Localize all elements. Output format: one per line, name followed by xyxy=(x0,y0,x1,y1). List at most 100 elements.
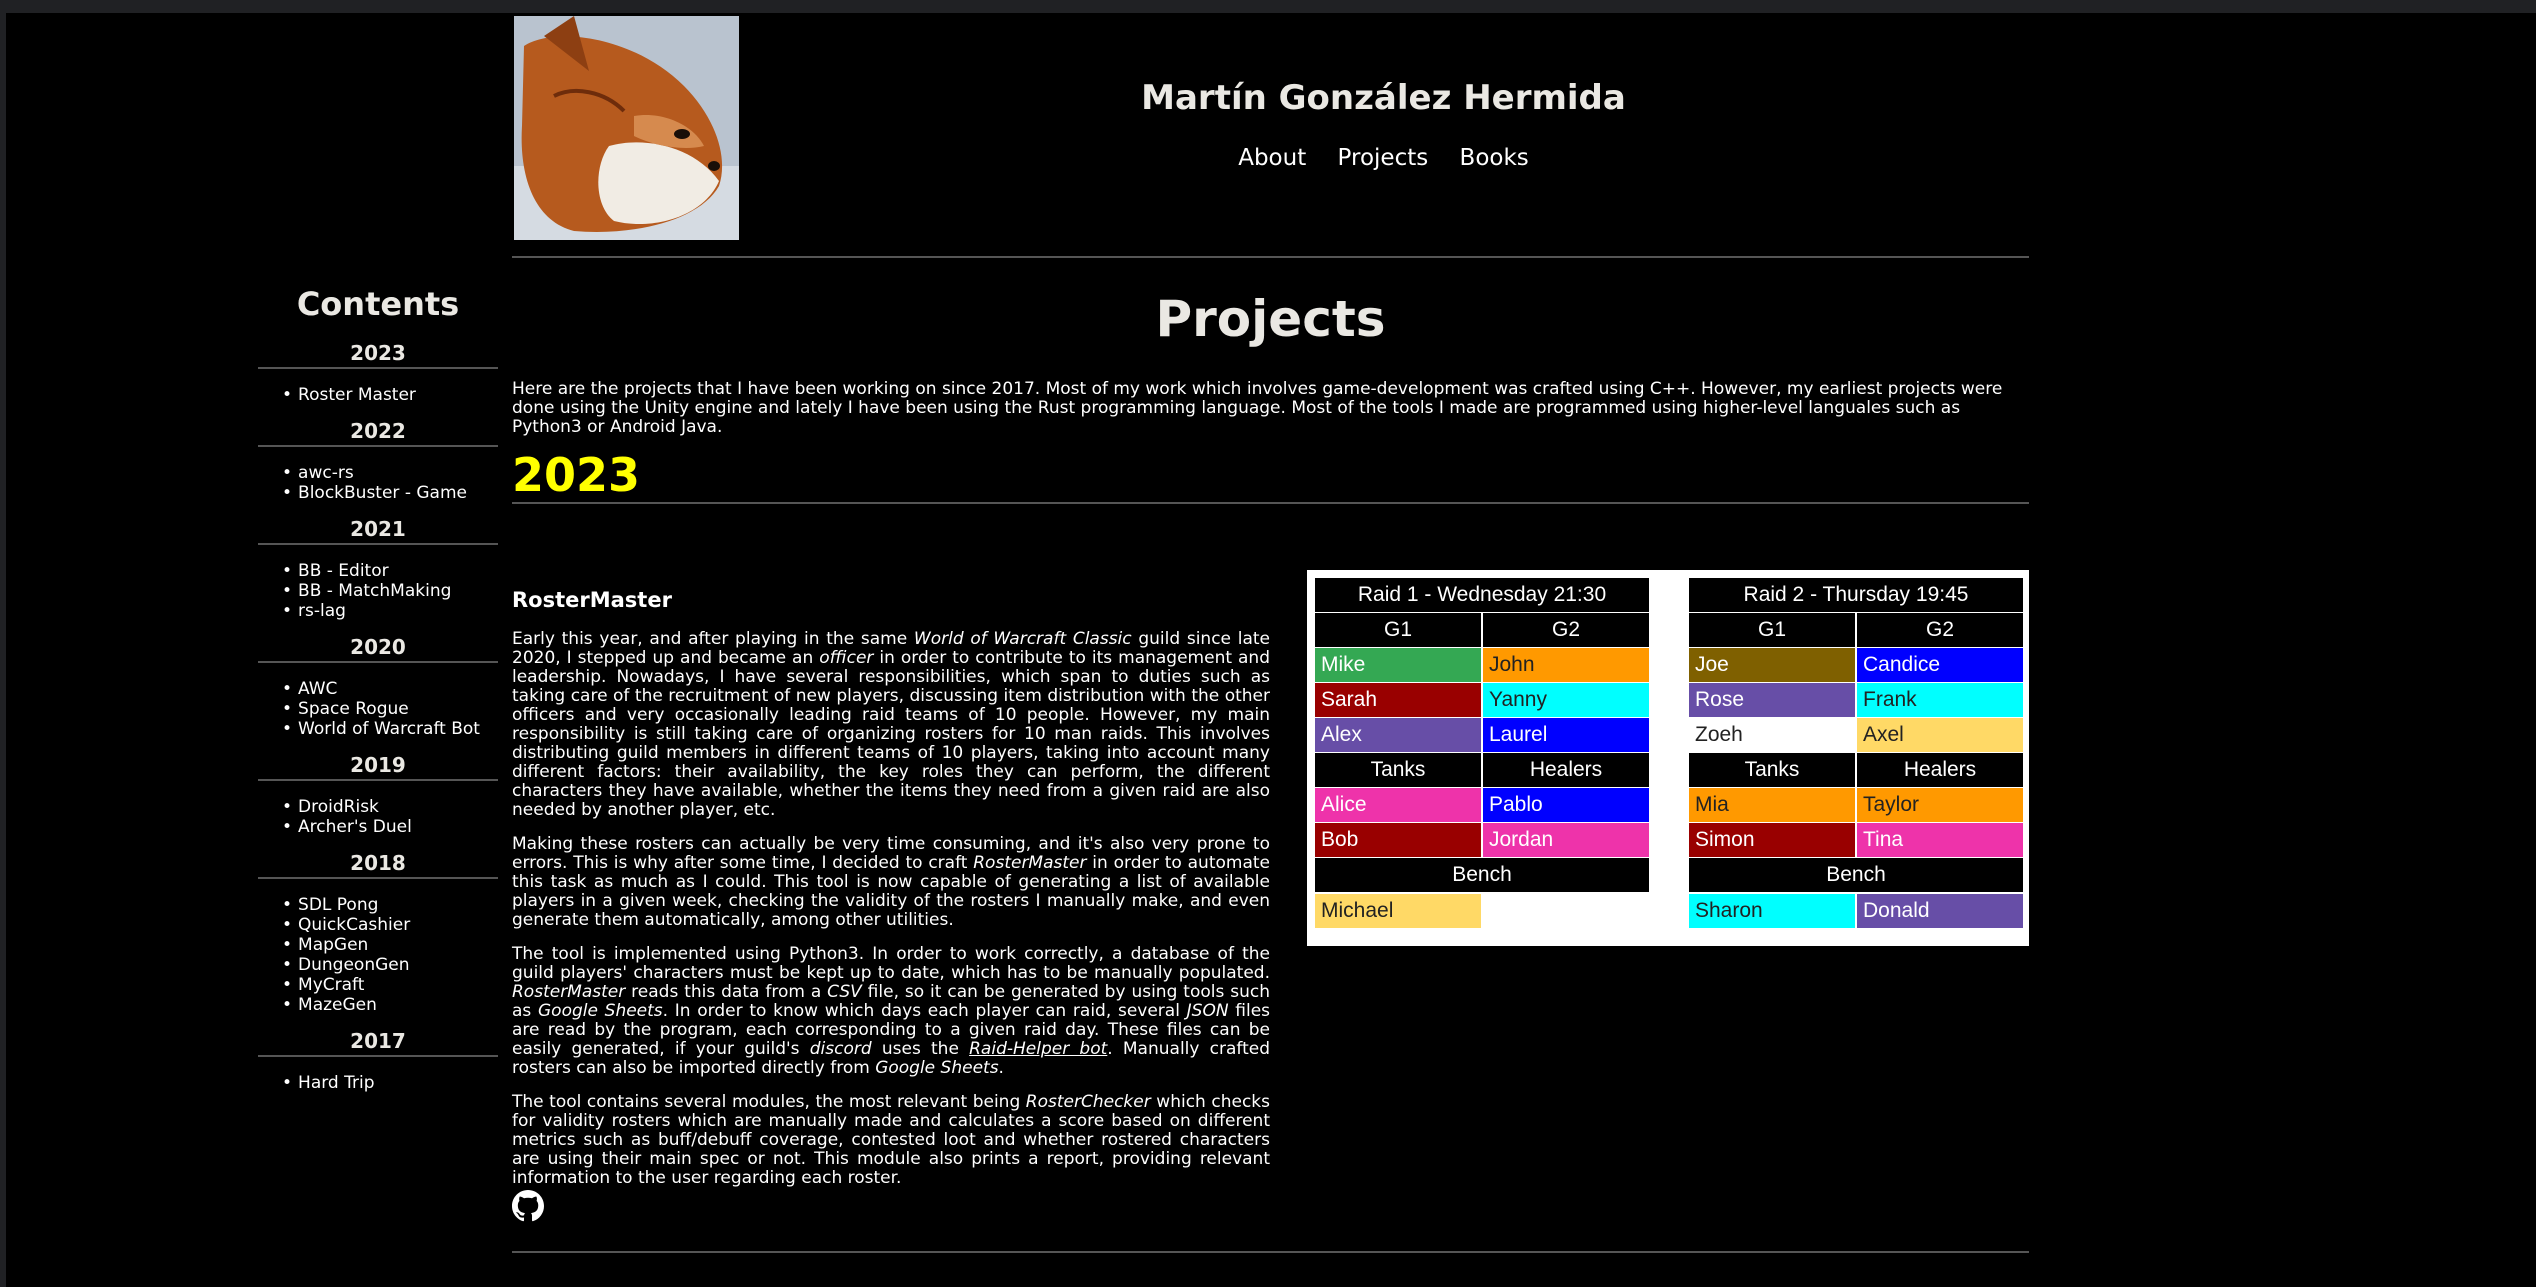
roster-cell: Alex xyxy=(1315,718,1481,752)
project-title: RosterMaster xyxy=(512,588,672,612)
bench-cell: Michael xyxy=(1315,894,1481,928)
roster-cell: Mike xyxy=(1315,648,1481,682)
sidebar-year-heading: 2021 xyxy=(258,517,498,545)
roster-cell: Yanny xyxy=(1483,683,1649,717)
project-paragraph-4: The tool contains several modules, the m… xyxy=(512,1092,1270,1188)
sidebar-item: BB - Editor xyxy=(282,561,498,581)
browser-top-bar xyxy=(0,0,2536,13)
sidebar-year-2018: 2018 SDL Pong QuickCashier MapGen Dungeo… xyxy=(258,851,498,1015)
sidebar-item: DungeonGen xyxy=(282,955,498,975)
nav-books-link[interactable]: Books xyxy=(1460,145,1529,171)
bench-cell xyxy=(1483,894,1649,928)
sidebar-item: Archer's Duel xyxy=(282,817,498,837)
sidebar-item: AWC xyxy=(282,679,498,699)
sidebar-year-heading: 2017 xyxy=(258,1029,498,1057)
sidebar-link-bb-matchmaking[interactable]: BB - MatchMaking xyxy=(298,581,451,601)
sidebar-year-2017: 2017 Hard Trip xyxy=(258,1029,498,1093)
sidebar-item: MyCraft xyxy=(282,975,498,995)
raid-title: Raid 1 - Wednesday 21:30 xyxy=(1315,578,1649,612)
sidebar-item: BlockBuster - Game xyxy=(282,483,498,503)
sidebar-year-2022: 2022 awc-rs BlockBuster - Game xyxy=(258,419,498,503)
roster-cell: Tina xyxy=(1857,823,2023,857)
roster-cell: Bob xyxy=(1315,823,1481,857)
roster-cell: Sarah xyxy=(1315,683,1481,717)
header-divider xyxy=(512,256,2029,258)
sidebar-year-heading: 2022 xyxy=(258,419,498,447)
sidebar-item: MazeGen xyxy=(282,995,498,1015)
sidebar-item: DroidRisk xyxy=(282,797,498,817)
sidebar-item: Roster Master xyxy=(282,385,498,405)
project-paragraph-2: Making these rosters can actually be ver… xyxy=(512,834,1270,930)
sidebar-item: MapGen xyxy=(282,935,498,955)
sidebar-link-mapgen[interactable]: MapGen xyxy=(298,935,368,955)
sidebar-item: awc-rs xyxy=(282,463,498,483)
sidebar-link-rs-lag[interactable]: rs-lag xyxy=(298,601,346,621)
sidebar-year-heading: 2020 xyxy=(258,635,498,663)
roster-cell: John xyxy=(1483,648,1649,682)
sidebar-year-heading: 2023 xyxy=(258,341,498,369)
role-label: Tanks xyxy=(1689,753,1855,787)
sidebar-year-2023: 2023 Roster Master xyxy=(258,341,498,405)
sidebar-item: World of Warcraft Bot xyxy=(282,719,498,739)
contents-sidebar: Contents 2023 Roster Master 2022 awc-rs … xyxy=(258,285,498,1107)
sidebar-item: SDL Pong xyxy=(282,895,498,915)
sidebar-link-archers-duel[interactable]: Archer's Duel xyxy=(298,817,412,837)
nav-about-link[interactable]: About xyxy=(1238,145,1306,171)
sidebar-link-awc[interactable]: AWC xyxy=(298,679,337,699)
bench-label: Bench xyxy=(1315,858,1649,892)
sidebar-link-awc-rs[interactable]: awc-rs xyxy=(298,463,354,483)
roster-cell: Rose xyxy=(1689,683,1855,717)
github-icon[interactable] xyxy=(512,1190,544,1222)
roster-cell: Simon xyxy=(1689,823,1855,857)
roster-cell: Joe xyxy=(1689,648,1855,682)
sidebar-link-hard-trip[interactable]: Hard Trip xyxy=(298,1073,374,1093)
role-label: Tanks xyxy=(1315,753,1481,787)
roster-cell: Axel xyxy=(1857,718,2023,752)
group-label: G2 xyxy=(1857,613,2023,647)
year-divider xyxy=(512,502,2029,504)
roster-cell: Alice xyxy=(1315,788,1481,822)
sidebar-year-2020: 2020 AWC Space Rogue World of Warcraft B… xyxy=(258,635,498,739)
site-title: Martín González Hermida xyxy=(1141,78,1626,118)
sidebar-item: QuickCashier xyxy=(282,915,498,935)
sidebar-link-wow-bot[interactable]: World of Warcraft Bot xyxy=(298,719,480,739)
roster-cell: Taylor xyxy=(1857,788,2023,822)
roster-cell: Jordan xyxy=(1483,823,1649,857)
sidebar-link-blockbuster-game[interactable]: BlockBuster - Game xyxy=(298,483,467,503)
sidebar-link-quickcashier[interactable]: QuickCashier xyxy=(298,915,410,935)
sidebar-item: Space Rogue xyxy=(282,699,498,719)
roster-sheet-image: Raid 1 - Wednesday 21:30 G1 G2 Mike John Sara… xyxy=(1307,570,2029,946)
bench-cell: Sharon xyxy=(1689,894,1855,928)
sidebar-item: rs-lag xyxy=(282,601,498,621)
sidebar-link-roster-master[interactable]: Roster Master xyxy=(298,385,416,405)
roster-cell: Candice xyxy=(1857,648,2023,682)
nav-projects-link[interactable]: Projects xyxy=(1338,145,1429,171)
raid-helper-bot-link[interactable]: Raid-Helper bot xyxy=(969,1039,1107,1059)
roster-cell: Laurel xyxy=(1483,718,1649,752)
sidebar-link-dungeongen[interactable]: DungeonGen xyxy=(298,955,409,975)
page-title: Projects xyxy=(1155,290,1386,348)
avatar xyxy=(514,16,739,240)
contents-title: Contents xyxy=(296,285,460,323)
sidebar-link-droidrisk[interactable]: DroidRisk xyxy=(298,797,379,817)
sidebar-link-bb-editor[interactable]: BB - Editor xyxy=(298,561,389,581)
project-paragraph-1: Early this year, and after playing in th… xyxy=(512,629,1270,820)
group-label: G2 xyxy=(1483,613,1649,647)
top-nav: About Projects Books xyxy=(1000,145,1767,171)
window-left-edge xyxy=(0,0,6,1287)
role-label: Healers xyxy=(1857,753,2023,787)
bench-cell: Donald xyxy=(1857,894,2023,928)
year-heading: 2023 xyxy=(512,448,641,502)
sidebar-item: Hard Trip xyxy=(282,1073,498,1093)
project-description: Early this year, and after playing in th… xyxy=(512,630,1270,1203)
project-paragraph-3: The tool is implemented using Python3. I… xyxy=(512,944,1271,1078)
sidebar-year-2021: 2021 BB - Editor BB - MatchMaking rs-lag xyxy=(258,517,498,621)
sidebar-link-space-rogue[interactable]: Space Rogue xyxy=(298,699,409,719)
sidebar-link-sdl-pong[interactable]: SDL Pong xyxy=(298,895,378,915)
roster-cell: Mia xyxy=(1689,788,1855,822)
sidebar-link-mazegen[interactable]: MazeGen xyxy=(298,995,377,1015)
sidebar-link-mycraft[interactable]: MyCraft xyxy=(298,975,364,995)
role-label: Healers xyxy=(1483,753,1649,787)
raid-title: Raid 2 - Thursday 19:45 xyxy=(1689,578,2023,612)
roster-cell: Pablo xyxy=(1483,788,1649,822)
